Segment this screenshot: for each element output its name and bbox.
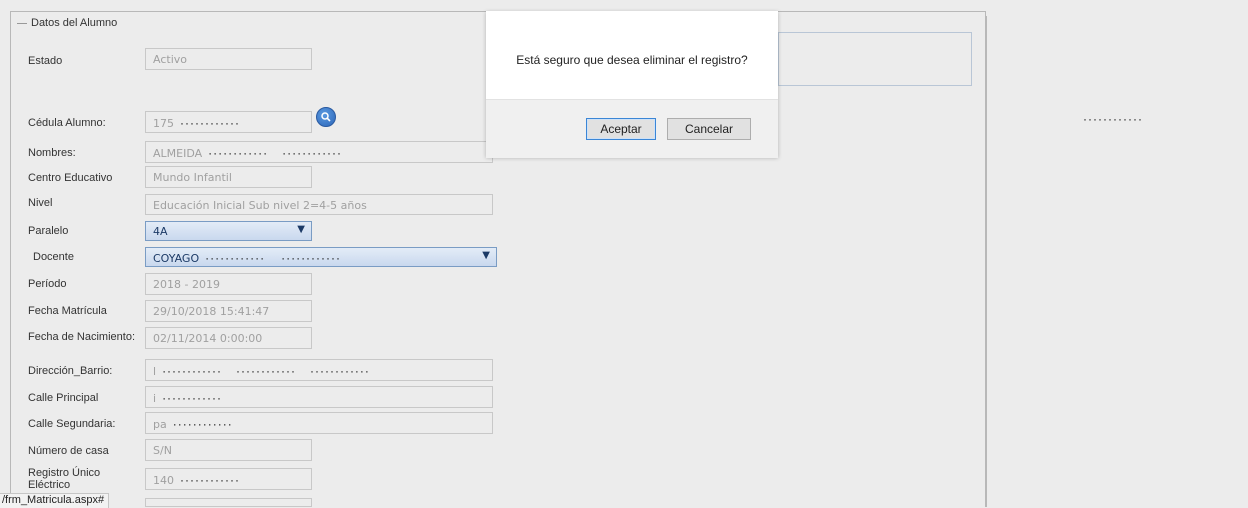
estado-field[interactable]: Activo: [145, 48, 312, 70]
nombres-field[interactable]: ALMEIDA ············ ············: [145, 141, 493, 163]
calle-principal-value: i: [153, 392, 157, 405]
direccion-label: Dirección_Barrio:: [28, 365, 113, 377]
registro-label: Registro Único Eléctrico: [28, 467, 101, 491]
direccion-field[interactable]: l ············ ············ ············: [145, 359, 493, 381]
docente-label: Docente: [33, 251, 74, 263]
fieldset-border-dash: [17, 23, 27, 24]
nivel-value: Educación Inicial Sub nivel 2=4-5 años: [153, 199, 367, 212]
next-field-partial[interactable]: [145, 498, 312, 507]
calle-secundaria-value: pa: [153, 418, 167, 431]
calle-secundaria-label: Calle Segundaria:: [28, 418, 116, 430]
redacted-text: ············: [172, 417, 233, 431]
calle-secundaria-field[interactable]: pa ············: [145, 412, 493, 434]
dialog-message: Está seguro que desea eliminar el regist…: [516, 53, 748, 67]
chevron-down-icon: ▼: [482, 250, 490, 261]
cancel-button[interactable]: Cancelar: [667, 118, 751, 140]
redacted-text: ············: [236, 364, 296, 378]
confirm-dialog: Está seguro que desea eliminar el regist…: [486, 11, 778, 158]
direccion-value: l: [153, 365, 157, 378]
calle-principal-field[interactable]: i ············: [145, 386, 493, 408]
paralelo-value: 4A: [153, 225, 168, 238]
numero-casa-label: Número de casa: [28, 445, 109, 457]
redacted-text: ············: [282, 146, 343, 160]
search-button[interactable]: [316, 107, 336, 127]
calle-principal-label: Calle Principal: [28, 392, 99, 404]
nombres-label: Nombres:: [28, 147, 76, 159]
fecha-nacimiento-field[interactable]: 02/11/2014 0:00:00: [145, 327, 312, 349]
fecha-nacimiento-label: Fecha de Nacimiento:: [28, 331, 135, 343]
search-icon: [321, 112, 331, 122]
periodo-label: Período: [28, 278, 67, 290]
cedula-value: 175: [153, 117, 174, 130]
redacted-text: ············: [205, 251, 266, 265]
accept-button[interactable]: Aceptar: [586, 118, 656, 140]
cedula-label: Cédula Alumno:: [28, 117, 106, 129]
centro-label: Centro Educativo: [28, 172, 113, 184]
fecha-nacimiento-value: 02/11/2014 0:00:00: [153, 332, 263, 345]
periodo-value: 2018 - 2019: [153, 278, 220, 291]
redacted-text: ············: [1083, 112, 1143, 126]
docente-value: COYAGO: [153, 252, 200, 265]
estado-label: Estado: [28, 55, 63, 67]
nombres-value: ALMEIDA: [153, 147, 203, 160]
right-panel: [986, 16, 1248, 507]
fecha-matricula-label: Fecha Matrícula: [28, 305, 107, 317]
redacted-text: ············: [309, 364, 370, 378]
fieldset-legend: Datos del Alumno: [29, 16, 120, 30]
status-message-box: [778, 32, 972, 86]
estado-value: Activo: [153, 53, 187, 66]
redacted-text: ············: [162, 364, 223, 378]
nivel-label: Nivel: [28, 197, 53, 209]
paralelo-label: Paralelo: [28, 225, 69, 237]
redacted-text: ············: [208, 146, 269, 160]
cedula-field[interactable]: 175 ············: [145, 111, 312, 133]
centro-value: Mundo Infantil: [153, 171, 232, 184]
redacted-text: ············: [281, 251, 342, 265]
nivel-field[interactable]: Educación Inicial Sub nivel 2=4-5 años: [145, 194, 493, 215]
redacted-text: ············: [180, 473, 240, 487]
paralelo-select[interactable]: 4A ▼: [145, 221, 312, 241]
dialog-footer: Aceptar Cancelar: [486, 99, 778, 158]
fecha-matricula-value: 29/10/2018 15:41:47: [153, 305, 270, 318]
redacted-text: ············: [162, 391, 223, 405]
redacted-text: ············: [180, 116, 240, 130]
numero-casa-value: S/N: [153, 444, 172, 457]
docente-select[interactable]: COYAGO ············ ············ ▼: [145, 247, 497, 267]
fecha-matricula-field[interactable]: 29/10/2018 15:41:47: [145, 300, 312, 322]
registro-field[interactable]: 140 ············: [145, 468, 312, 490]
status-url: /frm_Matricula.aspx#: [0, 493, 110, 508]
centro-field[interactable]: Mundo Infantil: [145, 166, 312, 188]
numero-casa-field[interactable]: S/N: [145, 439, 312, 461]
chevron-down-icon: ▼: [297, 224, 305, 235]
periodo-field[interactable]: 2018 - 2019: [145, 273, 312, 295]
registro-value: 140: [153, 474, 174, 487]
